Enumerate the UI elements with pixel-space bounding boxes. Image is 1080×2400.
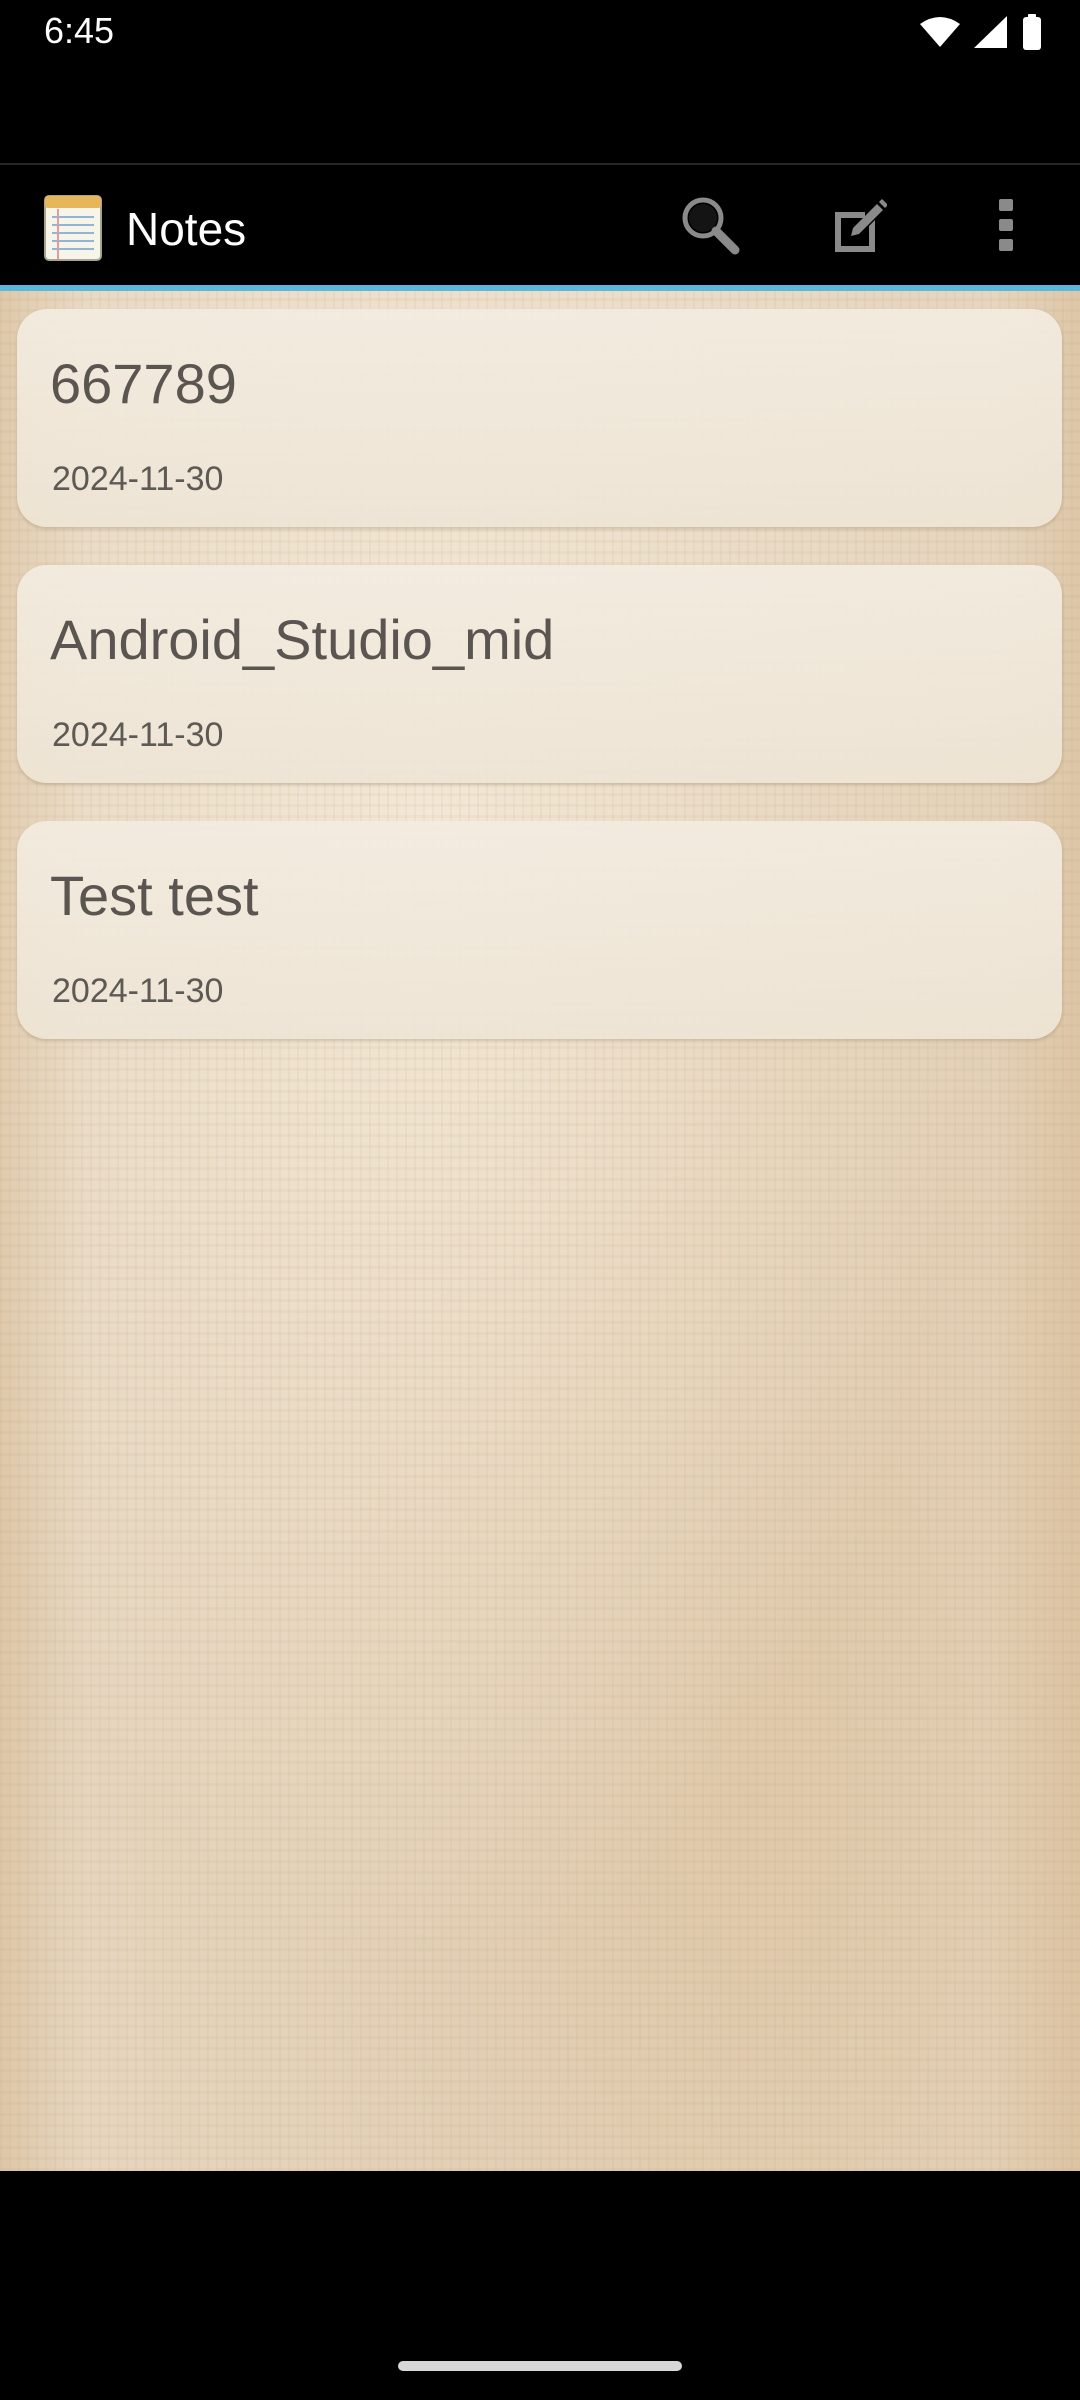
status-bar: 6:45 [0, 0, 1080, 62]
status-time: 6:45 [44, 10, 115, 51]
note-title: Test test [50, 864, 259, 927]
search-icon [679, 194, 741, 261]
note-item[interactable]: Android_Studio_mid 2024-11-30 [17, 565, 1062, 783]
note-item[interactable]: 667789 2024-11-30 [17, 309, 1062, 527]
notes-list-area[interactable]: 667789 2024-11-30 Android_Studio_mid 202… [0, 291, 1080, 2171]
app-title: Notes [126, 203, 247, 255]
note-date: 2024-11-30 [52, 716, 224, 754]
status-icons [920, 14, 1042, 50]
new-note-icon [829, 196, 888, 259]
action-bar: Notes [0, 165, 1080, 285]
search-button[interactable] [670, 187, 750, 267]
note-title: 667789 [50, 352, 237, 415]
status-bar-spacer [0, 62, 1080, 164]
note-date: 2024-11-30 [52, 972, 224, 1010]
note-date: 2024-11-30 [52, 460, 224, 498]
more-vert-icon [996, 197, 1016, 258]
wifi-icon [920, 16, 960, 48]
note-list: 667789 2024-11-30 Android_Studio_mid 202… [17, 309, 1062, 1077]
note-item[interactable]: Test test 2024-11-30 [17, 821, 1062, 1039]
new-note-button[interactable] [818, 187, 898, 267]
home-indicator[interactable] [398, 2361, 682, 2371]
more-options-button[interactable] [966, 187, 1046, 267]
notepad-icon [44, 195, 102, 261]
note-title: Android_Studio_mid [50, 608, 555, 671]
battery-icon [1022, 14, 1042, 50]
signal-icon [974, 16, 1008, 48]
